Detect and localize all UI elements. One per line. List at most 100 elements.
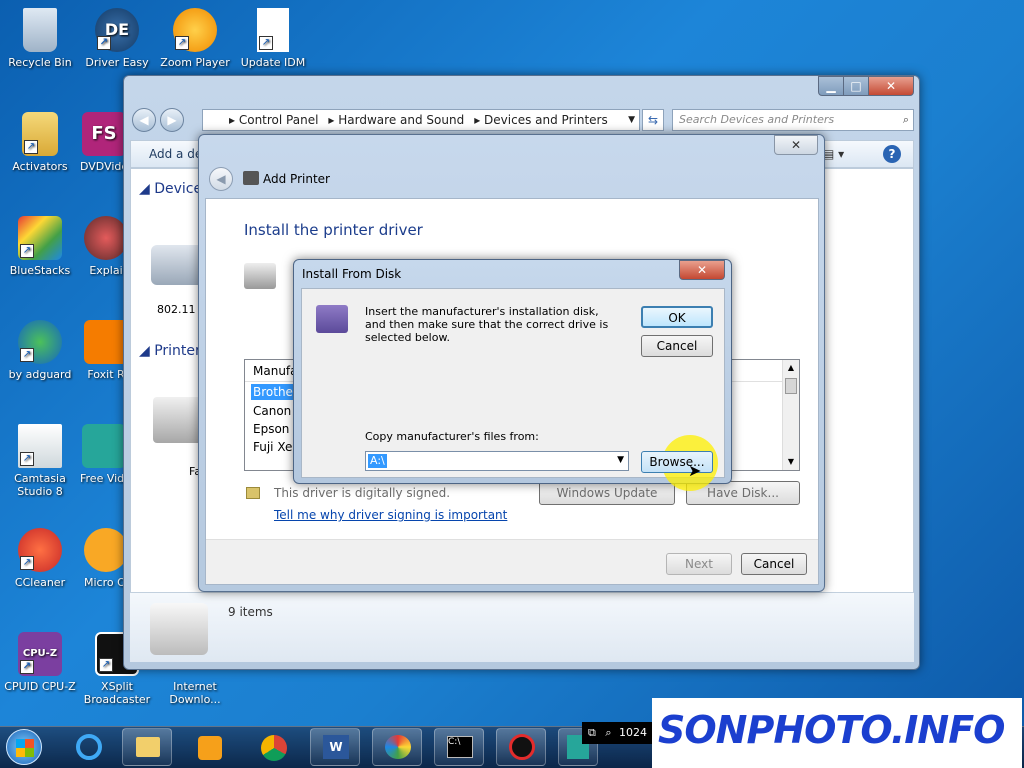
ccleaner-icon: ↗: [18, 528, 62, 572]
bluestacks-shortcut[interactable]: ↗ BlueStacks: [0, 216, 80, 277]
help-icon[interactable]: ?: [883, 145, 901, 163]
scroll-thumb[interactable]: [785, 378, 797, 394]
path-input[interactable]: A:\: [368, 454, 387, 468]
status-items-count: 9 items: [228, 605, 273, 619]
windows-update-button[interactable]: Windows Update: [539, 481, 675, 505]
bluestacks-icon: ↗: [18, 216, 62, 260]
chevron-down-icon[interactable]: ▼: [617, 455, 624, 465]
forward-button[interactable]: ▶: [160, 108, 184, 132]
recycle-bin-icon: [23, 8, 57, 52]
taskbar-explorer[interactable]: [122, 728, 172, 766]
forward-arrow-icon: ▶: [167, 113, 177, 127]
watermark-text: SONPHOTO.INFO: [658, 708, 1005, 752]
desktop-icon-label: BlueStacks: [9, 264, 71, 277]
signed-shield-icon: [246, 487, 260, 499]
list-item[interactable]: Brother: [251, 384, 295, 400]
free-video-jpg-shortcut[interactable]: Free Vid JPG Con: [80, 424, 128, 485]
foxit-icon: [84, 320, 128, 364]
magnifier-icon[interactable]: ⌕: [605, 726, 611, 739]
details-pane: 9 items: [130, 592, 914, 662]
router-device-icon[interactable]: [151, 245, 205, 285]
desktop-icon-label: by adguard: [8, 368, 72, 381]
command-prompt-icon: C:\: [447, 736, 473, 758]
close-button[interactable]: ✕: [868, 76, 914, 96]
printer-small-icon: [243, 171, 259, 185]
internet-explorer-icon: [76, 734, 102, 760]
camtasia-shortcut[interactable]: ↗ Camtasia Studio 8: [0, 424, 80, 498]
breadcrumb-item[interactable]: ▸ Control Panel: [229, 113, 318, 127]
list-scrollbar[interactable]: ▲ ▼: [782, 360, 799, 470]
resolution-text: 1024: [619, 726, 648, 739]
driver-signing-link[interactable]: Tell me why driver signing is important: [274, 508, 507, 522]
chrome-icon: [261, 735, 287, 761]
zoom-player-shortcut[interactable]: ↗ Zoom Player: [155, 8, 235, 69]
close-button[interactable]: ✕: [679, 260, 725, 280]
cpuz-shortcut[interactable]: CPU-Z ↗ CPUID CPU-Z: [0, 632, 80, 693]
view-options-icon[interactable]: ▤ ▾: [823, 147, 844, 161]
back-arrow-icon: ◀: [139, 113, 149, 127]
desktop-icon-label: Zoom Player: [160, 56, 230, 69]
recycle-bin-shortcut[interactable]: Recycle Bin: [0, 8, 80, 69]
paint-icon: [385, 735, 411, 759]
address-bar[interactable]: ▸ Control Panel ▸ Hardware and Sound ▸ D…: [202, 109, 640, 131]
folder-icon: [136, 737, 160, 757]
desktop-icon-label: Explai: [89, 264, 123, 277]
taskbar-media[interactable]: [188, 732, 232, 764]
activators-shortcut[interactable]: ↗ Activators: [0, 112, 80, 173]
taskbar-word[interactable]: W: [310, 728, 360, 766]
update-idm-shortcut[interactable]: ↗ Update IDM: [233, 8, 313, 69]
windows-logo-icon: [16, 739, 34, 757]
path-combobox[interactable]: A:\ ▼: [365, 451, 629, 471]
breadcrumb-item[interactable]: ▸ Hardware and Sound: [328, 113, 464, 127]
taskbar-cmd[interactable]: C:\: [434, 728, 484, 766]
display-icon[interactable]: ⧉: [588, 726, 596, 739]
back-button[interactable]: ◀: [132, 108, 156, 132]
search-box[interactable]: Search Devices and Printers ⌕: [672, 109, 914, 131]
chevron-down-icon[interactable]: ▼: [628, 115, 635, 125]
cancel-button[interactable]: Cancel: [641, 335, 713, 357]
start-button[interactable]: [6, 729, 42, 765]
dialog-message: Insert the manufacturer's installation d…: [365, 305, 609, 344]
refresh-button[interactable]: ⇆: [642, 109, 664, 131]
folder-icon: ↗: [22, 112, 58, 156]
record-icon: [509, 734, 535, 760]
dvdvideo-shortcut[interactable]: FS DVDVide Free St: [80, 112, 128, 173]
close-button[interactable]: ✕: [774, 135, 818, 155]
desktop-icon-label: Activators: [12, 160, 68, 173]
outlook-icon: [84, 528, 128, 572]
adguard-shortcut[interactable]: ↗ by adguard: [0, 320, 80, 381]
minimize-button[interactable]: ▁: [818, 76, 844, 96]
foxit-shortcut[interactable]: Foxit R: [84, 320, 128, 381]
browse-button[interactable]: Browse...: [641, 451, 713, 473]
breadcrumb-item[interactable]: ▸ Devices and Printers: [474, 113, 608, 127]
taskbar-paint[interactable]: [372, 728, 422, 766]
search-icon[interactable]: ⌕: [903, 110, 909, 130]
taskbar-ie[interactable]: [68, 732, 108, 764]
wizard-back-button[interactable]: ◀: [209, 167, 233, 191]
desktop-icon-label: Recycle Bin: [8, 56, 72, 69]
camtasia-icon: ↗: [18, 424, 62, 468]
desktop-icon-label: Micro Outlool: [84, 576, 128, 589]
cancel-button[interactable]: Cancel: [741, 553, 807, 575]
explaindio-icon: [84, 216, 128, 260]
taskbar-recorder[interactable]: [496, 728, 546, 766]
outlook-shortcut[interactable]: Micro Outlool: [84, 528, 128, 589]
driver-easy-shortcut[interactable]: DE ↗ Driver Easy: [77, 8, 157, 69]
driver-easy-icon: DE ↗: [95, 8, 139, 52]
system-tray: ⧉ ⌕ 1024: [582, 722, 656, 744]
ccleaner-shortcut[interactable]: ↗ CCleaner: [0, 528, 80, 589]
maximize-button[interactable]: □: [843, 76, 869, 96]
signed-text: This driver is digitally signed.: [274, 486, 451, 500]
scroll-down-icon[interactable]: ▼: [783, 454, 799, 470]
scroll-up-icon[interactable]: ▲: [783, 360, 799, 376]
ok-button[interactable]: OK: [641, 306, 713, 328]
globe-icon: ↗: [18, 320, 62, 364]
next-button[interactable]: Next: [666, 553, 732, 575]
desktop-icon-label: Free Vid JPG Con: [80, 472, 128, 485]
explaindio-shortcut[interactable]: Explai: [84, 216, 128, 277]
wizard-title: Add Printer: [263, 172, 330, 186]
install-from-disk-dialog: Install From Disk ✕ Insert the manufactu…: [293, 259, 732, 491]
desktop-icon-label: CCleaner: [14, 576, 66, 589]
taskbar-chrome[interactable]: [252, 732, 296, 764]
desktop-icon-label: Internet Downlo...: [169, 680, 221, 706]
